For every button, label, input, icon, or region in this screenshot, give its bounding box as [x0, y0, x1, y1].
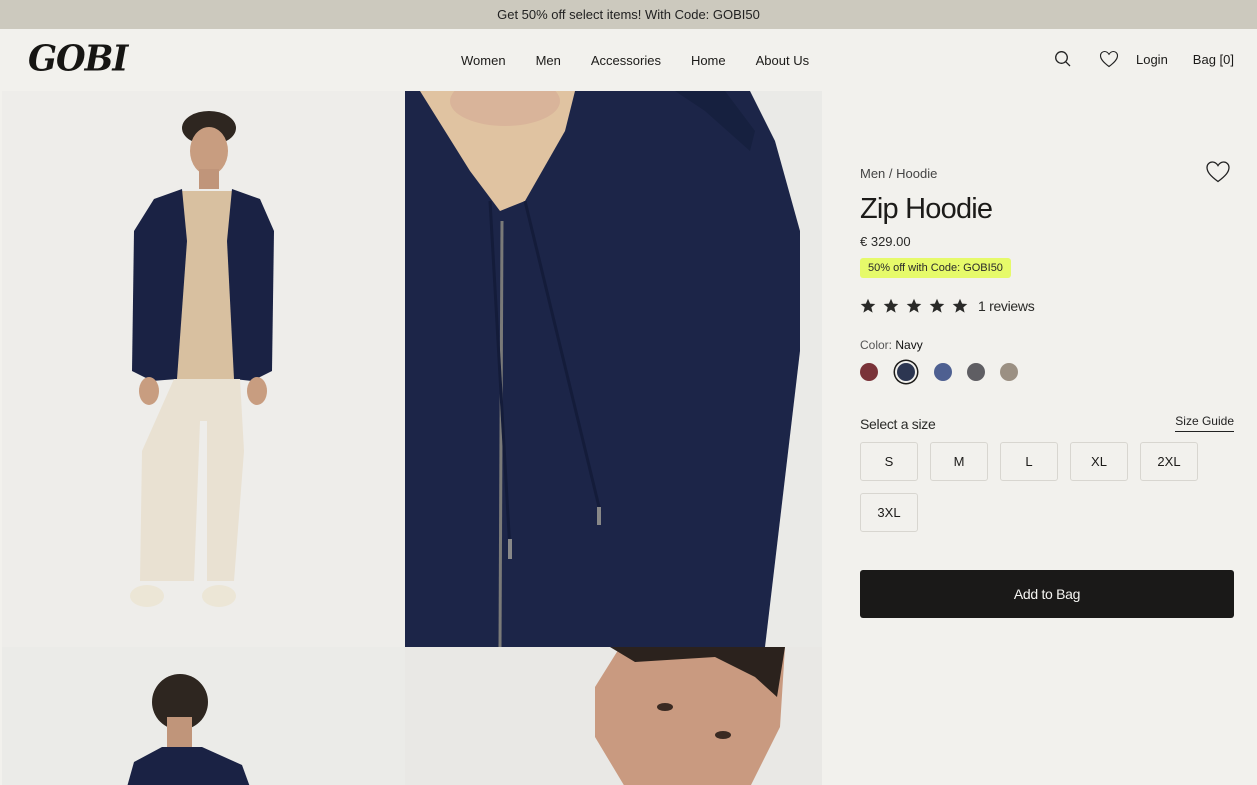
promo-tag: 50% off with Code: GOBI50 — [860, 258, 1011, 278]
star-icon — [952, 298, 968, 313]
add-to-wishlist-heart-icon[interactable] — [1205, 160, 1231, 184]
color-swatch-blue[interactable] — [934, 363, 952, 381]
size-option-m[interactable]: M — [930, 442, 988, 481]
selected-color-name: Navy — [895, 338, 923, 352]
size-options: S M L XL 2XL 3XL — [860, 442, 1220, 544]
color-swatch-taupe[interactable] — [1000, 363, 1018, 381]
product-info: Men / Hoodie Zip Hoodie € 329.00 50% off… — [860, 160, 1234, 618]
color-swatch-burgundy[interactable] — [860, 363, 878, 381]
color-label-prefix: Color: — [860, 338, 893, 352]
color-label: Color: Navy — [860, 338, 1234, 352]
size-option-xl[interactable]: XL — [1070, 442, 1128, 481]
bag-link[interactable]: Bag [0] — [1193, 52, 1234, 67]
nav-item-home[interactable]: Home — [691, 53, 726, 68]
size-label: Select a size — [860, 416, 936, 432]
nav-item-about-us[interactable]: About Us — [756, 53, 809, 68]
product-image-closeup[interactable] — [405, 91, 822, 647]
promo-bar-text: Get 50% off select items! With Code: GOB… — [497, 7, 760, 22]
nav-item-accessories[interactable]: Accessories — [591, 53, 661, 68]
star-icon — [883, 298, 899, 313]
promo-bar: Get 50% off select items! With Code: GOB… — [0, 0, 1257, 29]
color-swatch-charcoal[interactable] — [967, 363, 985, 381]
search-icon[interactable] — [1053, 49, 1073, 69]
product-gallery — [0, 91, 822, 785]
star-icon — [906, 298, 922, 313]
product-image-face[interactable] — [405, 647, 822, 785]
breadcrumb[interactable]: Men / Hoodie — [860, 166, 1234, 181]
product-price: € 329.00 — [860, 234, 911, 249]
wishlist-heart-icon[interactable] — [1099, 49, 1119, 69]
star-icon — [860, 298, 876, 313]
size-option-3xl[interactable]: 3XL — [860, 493, 918, 532]
rating: 1 reviews — [860, 298, 1234, 314]
size-option-2xl[interactable]: 2XL — [1140, 442, 1198, 481]
login-link[interactable]: Login — [1136, 52, 1168, 67]
product-title: Zip Hoodie — [860, 193, 993, 225]
main-nav: Women Men Accessories Home About Us — [461, 53, 809, 68]
logo[interactable]: GOBI — [28, 38, 128, 80]
nav-item-men[interactable]: Men — [536, 53, 561, 68]
size-option-l[interactable]: L — [1000, 442, 1058, 481]
star-icon — [929, 298, 945, 313]
site-header: GOBI Women Men Accessories Home About Us… — [0, 29, 1257, 91]
size-guide-link[interactable]: Size Guide — [1175, 414, 1234, 432]
color-swatches — [860, 363, 1234, 381]
size-option-s[interactable]: S — [860, 442, 918, 481]
product-image-back[interactable] — [2, 647, 405, 785]
product-image-front[interactable] — [2, 91, 405, 647]
nav-item-women[interactable]: Women — [461, 53, 506, 68]
add-to-bag-button[interactable]: Add to Bag — [860, 570, 1234, 618]
color-swatch-navy[interactable] — [897, 363, 915, 381]
size-header: Select a size Size Guide — [860, 414, 1234, 432]
header-actions: Login Bag [0] — [1053, 49, 1234, 69]
reviews-link[interactable]: 1 reviews — [978, 298, 1035, 314]
